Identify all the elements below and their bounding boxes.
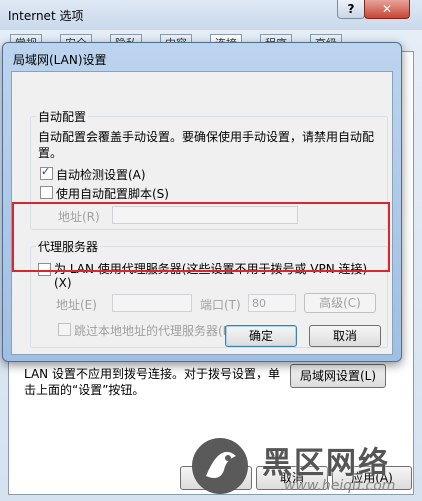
use-script-label: 使用自动配置脚本(S)	[56, 187, 169, 201]
watermark-url: www.heiqu.com	[284, 478, 396, 494]
watermark: 黑区网络 www.heiqu.com	[190, 436, 422, 501]
proxy-port-label: 端口(T)	[200, 298, 241, 312]
bypass-local-label: 跳过本地地址的代理服务器(B)	[74, 324, 236, 338]
auto-detect-label: 自动检测设置(A)	[56, 168, 146, 182]
bypass-local-checkbox[interactable]	[58, 323, 71, 336]
proxy-address-input[interactable]	[112, 294, 192, 312]
dialog-title: 局域网(LAN)设置	[13, 53, 107, 67]
proxy-highlight-frame	[12, 202, 390, 272]
lan-settings-button[interactable]: 局域网设置(L)	[290, 364, 386, 388]
dialog-cancel-button[interactable]: 取消	[309, 325, 381, 347]
internet-options-title: Internet 选项	[8, 9, 84, 23]
use-proxy-label-line2: (X)	[54, 276, 72, 290]
proxy-port-input[interactable]: 80	[248, 294, 296, 312]
close-button[interactable]: ✕	[364, 0, 410, 19]
dialog-ok-button[interactable]: 确定	[225, 325, 297, 347]
proxy-address-label: 地址(E)	[56, 298, 97, 312]
auto-config-legend: 自动配置	[36, 108, 89, 125]
auto-config-description-line1: 自动配置会覆盖手动设置。要确保使用手动设置，请禁用自动配	[38, 130, 375, 144]
proxy-advanced-button[interactable]: 高级(C)	[304, 293, 376, 313]
auto-detect-checkbox[interactable]	[40, 165, 53, 180]
help-button[interactable]: ?	[337, 0, 365, 19]
watermark-logo-icon	[192, 438, 248, 494]
auto-config-description-line2: 置。	[38, 146, 63, 160]
use-script-checkbox[interactable]	[40, 186, 53, 199]
lan-note-text: LAN 设置不应用到拨号连接。对于拨号设置，单击上面的“设置”按钮。	[24, 367, 280, 397]
watermark-text: 黑区网络	[262, 446, 390, 481]
